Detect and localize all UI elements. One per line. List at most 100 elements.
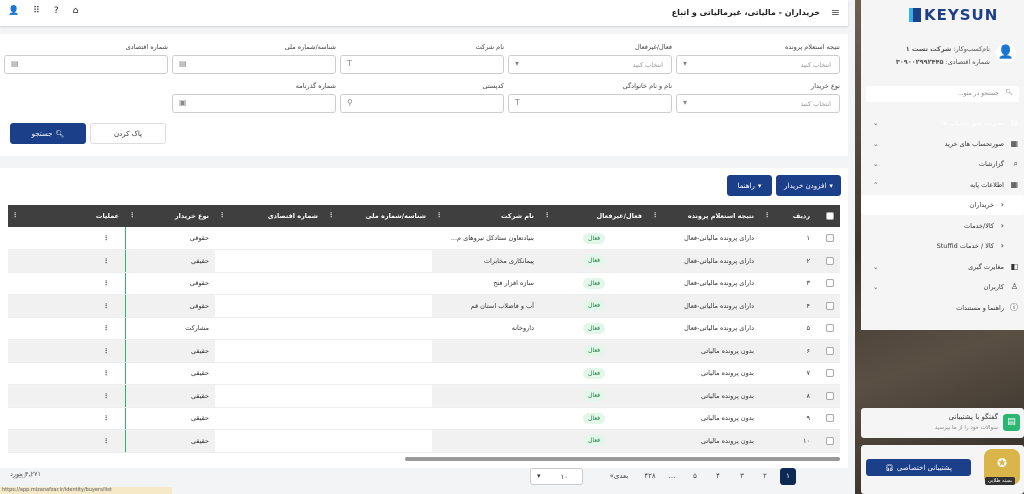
row-actions-icon[interactable]: ⋮: [8, 407, 125, 430]
column-header-company-name[interactable]: نام شرکت⋮: [432, 205, 540, 227]
sidebar-item[interactable]: ◧مغایرت گیری⌄: [861, 257, 1024, 277]
economic-code: [215, 430, 324, 453]
sidebar-item[interactable]: ▦اطلاعات پایه⌃: [861, 175, 1024, 195]
page-last[interactable]: ۴۲۸: [640, 468, 660, 485]
search-label: جستجو: [32, 130, 53, 138]
page-1[interactable]: ۱: [780, 468, 796, 485]
column-header-active-status[interactable]: فعال/غیرفعال⋮: [540, 205, 648, 227]
file-result-select[interactable]: انتخاب کنید▾: [676, 55, 840, 74]
table-row[interactable]: ۱۰بدون پرونده مالیاتیفعالحقیقی⋮: [8, 430, 840, 453]
national-id-input[interactable]: ▤: [172, 55, 336, 74]
row-checkbox[interactable]: [816, 362, 840, 385]
select-all-checkbox[interactable]: [816, 205, 840, 227]
row-actions-icon[interactable]: ⋮: [8, 272, 125, 295]
company-name-input[interactable]: T: [340, 55, 504, 74]
full-name-input[interactable]: T: [508, 94, 672, 113]
buyer-type-select[interactable]: انتخاب کنید▾: [676, 94, 840, 113]
filter-file-result: نتیجه استعلام پروندهانتخاب کنید▾: [676, 43, 840, 74]
help-icon[interactable]: ?: [54, 6, 59, 16]
row-actions-icon[interactable]: ⋮: [8, 317, 125, 340]
next-page-button[interactable]: بعدی»: [604, 468, 634, 485]
sidebar-item[interactable]: ⌕گزارشات⌄: [861, 154, 1024, 174]
page-5[interactable]: ۵: [687, 468, 703, 485]
column-menu-icon[interactable]: ⋮: [129, 211, 136, 219]
home-icon[interactable]: ⌂: [73, 6, 79, 16]
row-checkbox[interactable]: [816, 295, 840, 318]
apps-grid-icon[interactable]: ⠿: [33, 6, 40, 16]
row-number: ۱۰: [760, 430, 816, 453]
status-cell: فعال: [540, 272, 648, 295]
row-actions-icon[interactable]: ⋮: [8, 362, 125, 385]
row-checkbox[interactable]: [816, 385, 840, 408]
row-checkbox[interactable]: [816, 227, 840, 250]
column-menu-icon[interactable]: ⋮: [219, 211, 226, 219]
row-checkbox[interactable]: [816, 272, 840, 295]
table-row[interactable]: ۷بدون پرونده مالیاتیفعالحقیقی⋮: [8, 362, 840, 385]
row-checkbox[interactable]: [816, 430, 840, 453]
column-header-file-result[interactable]: نتیجه استعلام پرونده⋮: [648, 205, 760, 227]
table-row[interactable]: ۸بدون پرونده مالیاتیفعالحقیقی⋮: [8, 385, 840, 408]
clear-button[interactable]: پاک کردن: [90, 123, 166, 144]
passport-input[interactable]: ▣: [172, 94, 336, 113]
postal-code-input[interactable]: ⚲: [340, 94, 504, 113]
support-chat[interactable]: ▤ گفتگو با پشتیبانی سوالات خود را از ما …: [861, 408, 1024, 438]
sidebar-item[interactable]: ‹کالا / خدمات Stuffid: [861, 236, 1024, 256]
column-header-national-id[interactable]: شناسه/شماره ملی⋮: [324, 205, 432, 227]
user-icon[interactable]: 👤: [8, 6, 19, 16]
column-menu-icon[interactable]: ⋮: [652, 211, 659, 219]
column-menu-icon[interactable]: ⋮: [328, 211, 335, 219]
business-info: 👤 نام‌کسب‌وکار: شرکت تست ۱ شماره اقتصادی…: [866, 43, 1016, 69]
economic-code-input[interactable]: ▤: [4, 55, 168, 74]
column-header-operations[interactable]: عملیات⋮: [8, 205, 125, 227]
status-badge: فعال: [583, 323, 605, 334]
sidebar-item[interactable]: ▤مدیریت صورتحساب ها⌄: [861, 113, 1024, 133]
sidebar-item[interactable]: ▦صورتحساب های خرید⌄: [861, 134, 1024, 154]
table-row[interactable]: ۳دارای پرونده مالیاتی-فعالفعالسازه افزار…: [8, 272, 840, 295]
guide-button[interactable]: راهنما▾: [727, 175, 772, 196]
column-menu-icon[interactable]: ⋮: [12, 211, 19, 219]
filter-passport: شماره گذرنامه▣: [172, 82, 336, 113]
economic-code: [215, 362, 324, 385]
column-header-buyer-type[interactable]: نوع خریدار⋮: [125, 205, 215, 227]
column-header-economic-code[interactable]: شماره اقتصادی⋮: [215, 205, 324, 227]
hamburger-menu-icon[interactable]: ≡: [831, 6, 840, 19]
sidebar-item[interactable]: ♙کاربران⌄: [861, 277, 1024, 297]
column-menu-icon[interactable]: ⋮: [764, 211, 771, 219]
table-row[interactable]: ۲دارای پرونده مالیاتی-فعالفعالپیمانکاری …: [8, 250, 840, 273]
sidebar-item[interactable]: ‹کالا/خدمات: [861, 216, 1024, 236]
table-row[interactable]: ۵دارای پرونده مالیاتی-فعالفعالداروخانهمش…: [8, 317, 840, 340]
menu-search-input[interactable]: 🔍︎جستجو در منو...: [866, 86, 1019, 102]
horizontal-scrollbar[interactable]: [405, 457, 840, 461]
table-row[interactable]: ۹بدون پرونده مالیاتیفعالحقیقی⋮: [8, 407, 840, 430]
row-actions-icon[interactable]: ⋮: [8, 295, 125, 318]
column-menu-icon[interactable]: ⋮: [544, 211, 551, 219]
row-actions-icon[interactable]: ⋮: [8, 227, 125, 250]
row-checkbox[interactable]: [816, 250, 840, 273]
row-actions-icon[interactable]: ⋮: [8, 340, 125, 363]
add-buyer-button[interactable]: افزودن خریدار▾: [776, 175, 841, 196]
page-3[interactable]: ۳: [734, 468, 750, 485]
dedicated-support-button[interactable]: 🎧︎پشتیبانی اختصاصی: [866, 459, 971, 476]
sidebar-item[interactable]: ⓘراهنما و مستندات: [861, 298, 1024, 318]
page-4[interactable]: ۴: [710, 468, 726, 485]
row-checkbox[interactable]: [816, 340, 840, 363]
chevron-icon: ⌄: [873, 257, 878, 277]
row-actions-icon[interactable]: ⋮: [8, 430, 125, 453]
column-header-row-number[interactable]: ردیف⋮: [760, 205, 816, 227]
sidebar-item[interactable]: ‹خریداران: [861, 195, 1024, 215]
page-2[interactable]: ۲: [757, 468, 773, 485]
row-checkbox[interactable]: [816, 317, 840, 340]
row-checkbox[interactable]: [816, 407, 840, 430]
page-size-select[interactable]: ۱۰▾: [530, 468, 583, 485]
location-pin-icon: ⚲: [347, 98, 353, 107]
row-actions-icon[interactable]: ⋮: [8, 385, 125, 408]
keysun-logo: KEYSUN: [909, 6, 998, 24]
search-button[interactable]: 🔍︎جستجو: [10, 123, 86, 144]
column-menu-icon[interactable]: ⋮: [436, 211, 443, 219]
active-select[interactable]: انتخاب کنید▾: [508, 55, 672, 74]
table-row[interactable]: ۶بدون پرونده مالیاتیفعالحقیقی⋮: [8, 340, 840, 363]
row-actions-icon[interactable]: ⋮: [8, 250, 125, 273]
table-row[interactable]: ۴دارای پرونده مالیاتی-فعالفعالآب و فاضلا…: [8, 295, 840, 318]
table-row[interactable]: ۱دارای پرونده مالیاتی-فعالفعالبنیادتعاون…: [8, 227, 840, 250]
field-label: نام و نام خانوادگی: [508, 82, 672, 90]
